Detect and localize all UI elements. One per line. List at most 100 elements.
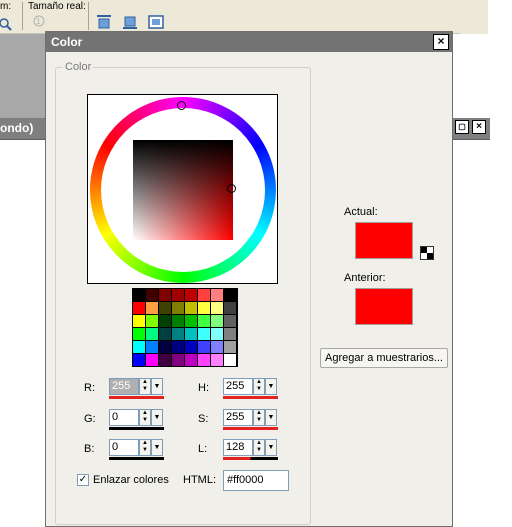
l-spinbox[interactable]: 128 ▲ ▼ ▼	[223, 439, 278, 460]
swatch-cell[interactable]	[185, 289, 198, 302]
swatch-cell[interactable]	[198, 328, 211, 341]
h-input[interactable]: 255	[223, 378, 253, 395]
actual-size-icon[interactable]: 1	[32, 14, 48, 30]
swatch-cell[interactable]	[133, 328, 146, 341]
b-input[interactable]: 0	[109, 439, 139, 456]
b-label: B:	[84, 443, 95, 455]
l-input[interactable]: 128	[223, 439, 253, 456]
swatch-cell[interactable]	[172, 354, 185, 367]
swatch-cell[interactable]	[159, 341, 172, 354]
g-slider-bar[interactable]	[109, 427, 164, 430]
swatch-cell[interactable]	[224, 302, 237, 315]
r-input[interactable]: 255	[109, 378, 139, 395]
swatch-cell[interactable]	[172, 302, 185, 315]
b-slider-bar[interactable]	[109, 457, 164, 460]
swatch-cell[interactable]	[146, 302, 159, 315]
swatch-cell[interactable]	[133, 302, 146, 315]
swatch-cell[interactable]	[224, 341, 237, 354]
g-up-down-arrows[interactable]: ▲ ▼	[139, 409, 151, 426]
swatch-cell[interactable]	[224, 354, 237, 367]
swatch-cell[interactable]	[159, 354, 172, 367]
swatch-cell[interactable]	[198, 289, 211, 302]
swatch-cell[interactable]	[146, 315, 159, 328]
swatch-cell[interactable]	[185, 328, 198, 341]
r-up-down-arrows[interactable]: ▲ ▼	[139, 378, 151, 395]
swatch-cell[interactable]	[211, 315, 224, 328]
web-safe-icon[interactable]	[420, 246, 434, 260]
swatch-cell[interactable]	[185, 341, 198, 354]
swatch-cell[interactable]	[211, 289, 224, 302]
swatch-cell[interactable]	[185, 302, 198, 315]
swatch-cell[interactable]	[198, 354, 211, 367]
b-dropdown-arrow[interactable]: ▼	[151, 439, 163, 456]
swatch-cell[interactable]	[198, 302, 211, 315]
l-slider-bar[interactable]	[223, 457, 278, 460]
swatch-cell[interactable]	[224, 315, 237, 328]
swatch-cell[interactable]	[211, 341, 224, 354]
swatch-cell[interactable]	[172, 341, 185, 354]
swatch-cell[interactable]	[224, 328, 237, 341]
swatch-cell[interactable]	[198, 315, 211, 328]
swatch-cell[interactable]	[172, 289, 185, 302]
fit-window-icon[interactable]	[148, 14, 164, 30]
h-spinbox[interactable]: 255 ▲ ▼ ▼	[223, 378, 278, 399]
add-to-swatches-button[interactable]: Agregar a muestrarios...	[320, 348, 448, 368]
toolbar-right-area	[460, 0, 488, 34]
h-up-down-arrows[interactable]: ▲ ▼	[253, 378, 265, 395]
align-top-icon[interactable]	[96, 14, 112, 30]
swatch-cell[interactable]	[133, 289, 146, 302]
l-up-down-arrows[interactable]: ▲ ▼	[253, 439, 265, 456]
color-picker-handle[interactable]	[227, 184, 236, 193]
html-color-input[interactable]: #ff0000	[223, 470, 289, 491]
zoom-icon[interactable]	[0, 16, 12, 32]
swatch-cell[interactable]	[146, 341, 159, 354]
swatch-cell[interactable]	[172, 315, 185, 328]
document-close-button[interactable]: ×	[472, 120, 486, 134]
r-spinbox[interactable]: 255 ▲ ▼ ▼	[109, 378, 164, 399]
swatch-cell[interactable]	[146, 289, 159, 302]
swatch-cell[interactable]	[159, 315, 172, 328]
swatch-cell[interactable]	[172, 328, 185, 341]
g-input[interactable]: 0	[109, 409, 139, 426]
swatch-cell[interactable]	[133, 341, 146, 354]
swatch-cell[interactable]	[133, 354, 146, 367]
swatch-cell[interactable]	[211, 354, 224, 367]
dialog-titlebar[interactable]: Color ×	[46, 32, 452, 52]
r-dropdown-arrow[interactable]: ▼	[151, 378, 163, 395]
link-colors-checkbox[interactable]: ✓	[77, 474, 89, 486]
swatch-cell[interactable]	[159, 302, 172, 315]
swatch-cell[interactable]	[159, 289, 172, 302]
swatch-cell[interactable]	[185, 315, 198, 328]
swatch-cell[interactable]	[133, 315, 146, 328]
align-bottom-icon[interactable]	[122, 14, 138, 30]
b-spinbox[interactable]: 0 ▲ ▼ ▼	[109, 439, 164, 460]
swatch-cell[interactable]	[146, 328, 159, 341]
toolbar-separator	[22, 2, 23, 30]
previous-color-sample[interactable]	[355, 288, 413, 325]
g-spinbox[interactable]: 0 ▲ ▼ ▼	[109, 409, 164, 430]
maximize-button[interactable]: ▢	[455, 120, 469, 134]
swatch-cell[interactable]	[185, 354, 198, 367]
s-up-down-arrows[interactable]: ▲ ▼	[253, 409, 265, 426]
g-label: G:	[84, 413, 96, 425]
dialog-close-button[interactable]: ×	[433, 34, 449, 50]
s-spinbox[interactable]: 255 ▲ ▼ ▼	[223, 409, 278, 430]
swatch-cell[interactable]	[211, 328, 224, 341]
r-slider-bar[interactable]	[109, 396, 164, 399]
swatch-cell[interactable]	[146, 354, 159, 367]
saturation-lightness-square[interactable]	[133, 140, 233, 240]
h-dropdown-arrow[interactable]: ▼	[265, 378, 277, 395]
l-dropdown-arrow[interactable]: ▼	[265, 439, 277, 456]
g-dropdown-arrow[interactable]: ▼	[151, 409, 163, 426]
swatch-cell[interactable]	[211, 302, 224, 315]
s-dropdown-arrow[interactable]: ▼	[265, 409, 277, 426]
s-input[interactable]: 255	[223, 409, 253, 426]
h-slider-bar[interactable]	[223, 396, 278, 399]
s-slider-bar[interactable]	[223, 427, 278, 430]
swatch-cell[interactable]	[198, 341, 211, 354]
swatch-cell[interactable]	[224, 289, 237, 302]
b-up-down-arrows[interactable]: ▲ ▼	[139, 439, 151, 456]
hue-handle[interactable]	[177, 101, 186, 110]
swatch-cell[interactable]	[159, 328, 172, 341]
current-color-label: Actual:	[344, 206, 378, 218]
